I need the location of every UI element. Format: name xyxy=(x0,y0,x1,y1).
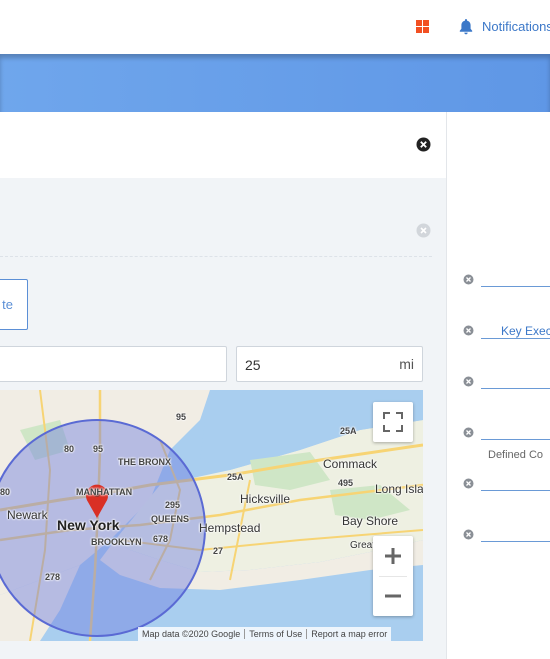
zoom-out-button[interactable] xyxy=(373,576,413,616)
notifications-link[interactable]: Notifications xyxy=(482,19,550,34)
remove-item-icon[interactable] xyxy=(463,376,474,387)
route-25a-shield: 25A xyxy=(340,426,357,436)
modal-header xyxy=(0,112,446,178)
label-long-island: Long Isla xyxy=(375,482,423,496)
header-banner xyxy=(0,54,550,112)
fullscreen-icon xyxy=(383,412,403,432)
label-queens: QUEENS xyxy=(151,514,190,524)
label-bay-shore: Bay Shore xyxy=(342,514,399,528)
field-underline[interactable] xyxy=(481,541,550,542)
report-map-error-link[interactable]: Report a map error xyxy=(307,629,391,639)
location-input[interactable] xyxy=(0,346,227,382)
route-95-shield-north: 95 xyxy=(176,412,187,422)
label-brooklyn: BROOKLYN xyxy=(91,537,142,547)
route-495-shield: 495 xyxy=(338,478,354,488)
label-the-bronx: THE BRONX xyxy=(118,457,172,467)
remove-item-icon[interactable] xyxy=(463,274,474,285)
label-newark: Newark xyxy=(7,508,48,522)
defined-criteria-label: Defined Co xyxy=(488,449,544,461)
field-underline[interactable] xyxy=(481,338,550,339)
route-27-shield: 27 xyxy=(213,546,224,556)
label-hempstead: Hempstead xyxy=(199,521,261,535)
field-underline[interactable] xyxy=(481,286,550,287)
map-data-credit: Map data ©2020 Google xyxy=(142,629,241,639)
route-295-shield: 295 xyxy=(165,500,181,510)
remove-item-icon[interactable] xyxy=(463,529,474,540)
map-attribution: Map data ©2020 Google Terms of Use Repor… xyxy=(138,627,392,641)
route-678-shield: 678 xyxy=(153,534,169,544)
field-underline[interactable] xyxy=(481,439,550,440)
radius-unit: mi xyxy=(399,356,414,372)
modal-close-icon[interactable] xyxy=(416,137,431,152)
route-95-shield: 95 xyxy=(93,444,104,454)
label-new-york: New York xyxy=(57,517,120,533)
bell-icon[interactable] xyxy=(459,19,473,35)
zoom-in-button[interactable] xyxy=(373,536,413,576)
remove-item-icon[interactable] xyxy=(463,427,474,438)
action-button[interactable]: te xyxy=(0,279,28,330)
remove-item-icon[interactable] xyxy=(463,325,474,336)
field-underline[interactable] xyxy=(481,490,550,491)
radius-input[interactable]: 25 mi xyxy=(236,346,423,382)
map-view[interactable]: 80 95 95 80 295 678 278 25A 25A 495 27 N… xyxy=(0,390,423,641)
label-commack: Commack xyxy=(323,457,378,471)
right-panel: Key Execu Defined Co xyxy=(447,112,550,659)
label-great: Great xyxy=(350,540,376,551)
remove-item-icon[interactable] xyxy=(463,478,474,489)
radius-value: 25 xyxy=(245,357,261,373)
label-manhattan: MANHATTAN xyxy=(76,487,133,497)
microsoft-logo-icon[interactable] xyxy=(416,20,429,33)
zoom-controls xyxy=(373,536,413,616)
fullscreen-button[interactable] xyxy=(373,402,413,442)
remove-row-icon[interactable] xyxy=(416,223,431,238)
route-80-shield: 80 xyxy=(64,444,75,454)
top-bar: Notifications xyxy=(0,0,550,54)
terms-of-use-link[interactable]: Terms of Use xyxy=(245,629,306,639)
key-executive-link[interactable]: Key Execu xyxy=(501,324,550,338)
label-hicksville: Hicksville xyxy=(240,492,291,506)
field-underline[interactable] xyxy=(481,388,550,389)
action-button-label: te xyxy=(2,297,13,312)
route-278-shield: 278 xyxy=(45,572,61,582)
row-divider xyxy=(0,256,432,257)
route-25a-shield-2: 25A xyxy=(227,472,244,482)
route-80-shield-west: 80 xyxy=(0,487,11,497)
